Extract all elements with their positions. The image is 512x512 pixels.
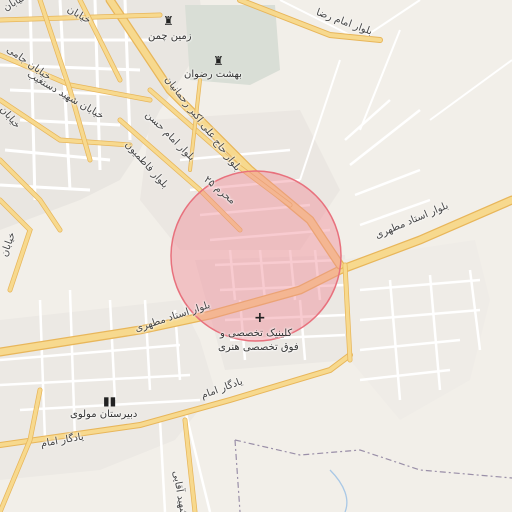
poi-label-clinic-line2[interactable]: فوق تخصصی هنری — [218, 343, 299, 353]
sports-icon[interactable]: ♜ — [163, 15, 174, 27]
school-icon[interactable]: ▮▮ — [103, 395, 116, 407]
poi-label-behesht-rezvan[interactable]: بهشت رضوان — [184, 70, 242, 80]
poi-label-zamin-chaman[interactable]: زمین چمن — [148, 32, 192, 42]
poi-label-clinic-line1[interactable]: کلینیک تخصصی و — [220, 329, 292, 339]
map-canvas[interactable]: بلوار استاد مطهری بلوار استاد مطهری بلوا… — [0, 0, 512, 512]
poi-label-molavi-school[interactable]: دبیرستان مولوی — [70, 410, 137, 420]
cemetery-icon[interactable]: ♜ — [213, 55, 224, 67]
hospital-cross-icon[interactable]: + — [254, 311, 266, 325]
